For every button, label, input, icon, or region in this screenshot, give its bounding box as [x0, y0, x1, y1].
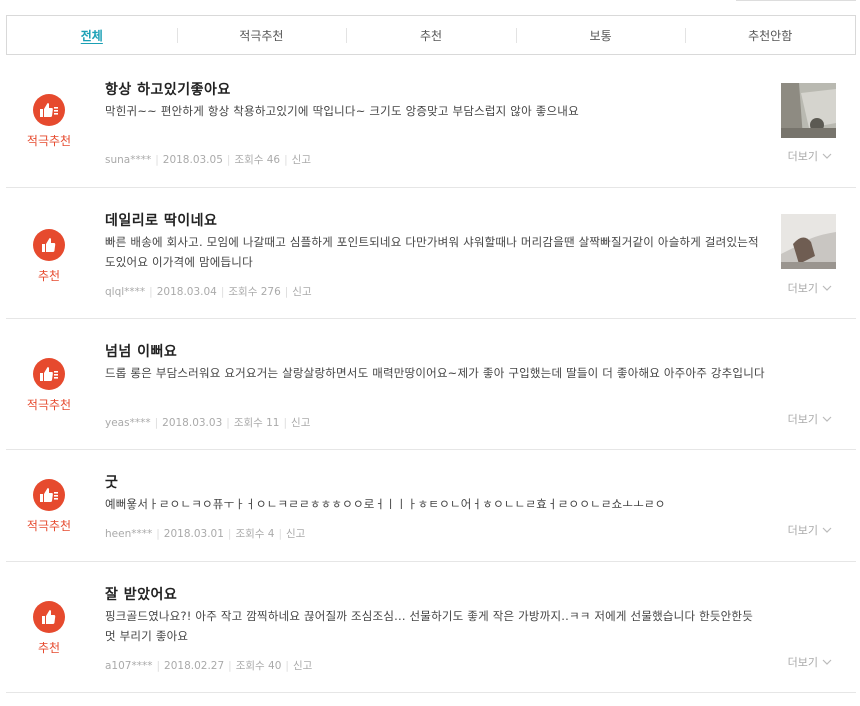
top-divider	[736, 0, 856, 1]
review-item: 추천 잘 받았어요 핑크골드였나요?! 아주 작고 깜찍하네요 끊어질까 조심조…	[6, 562, 856, 693]
more-button[interactable]: 더보기	[788, 148, 832, 164]
review-body: 빠른 배송에 회사고. 모임에 나갈때고 심플하게 포인트되네요 다만가벼워 샤…	[105, 235, 759, 269]
tab-label: 보통	[589, 28, 612, 43]
chevron-down-icon	[822, 527, 832, 533]
review-views: 조회수 4	[235, 528, 275, 540]
review-content: 데일리로 딱이네요 빠른 배송에 회사고. 모임에 나갈때고 심플하게 포인트되…	[105, 210, 766, 272]
more-label: 더보기	[787, 150, 818, 163]
more-label: 더보기	[787, 524, 818, 537]
review-item: 적극추천 넘넘 이뻐요 드롭 롱은 부담스러워요 요거요거는 살랑살랑하면서도 …	[6, 319, 856, 450]
more-button[interactable]: 더보기	[788, 280, 832, 296]
review-meta: heen**** | 2018.03.01 | 조회수 4 | 신고	[105, 528, 306, 540]
review-meta: qlql**** | 2018.03.04 | 조회수 276 | 신고	[105, 286, 312, 298]
report-link[interactable]: 신고	[292, 154, 311, 166]
report-link[interactable]: 신고	[293, 660, 312, 672]
review-user: a107****	[105, 660, 153, 672]
more-label: 더보기	[787, 656, 818, 669]
badge-label: 적극추천	[26, 519, 72, 533]
review-item: 적극추천 항상 하고있기좋아요 막힌귀~~ 편안하게 항상 착용하고있기에 딱입…	[6, 56, 856, 188]
tab-label: 추천안함	[748, 28, 793, 43]
review-views: 조회수 40	[235, 660, 282, 672]
thumbs-up-strong-icon	[33, 479, 65, 511]
review-title: 항상 하고있기좋아요	[105, 82, 231, 98]
more-button[interactable]: 더보기	[788, 522, 832, 538]
review-filter-tabs: 전체 적극추천 추천 보통 추천안함	[6, 15, 856, 55]
review-views: 조회수 276	[228, 286, 281, 298]
tab-label: 적극추천	[239, 28, 284, 43]
badge-label: 추천	[37, 641, 61, 655]
review-meta: suna**** | 2018.03.05 | 조회수 46 | 신고	[105, 154, 311, 166]
report-link[interactable]: 신고	[286, 528, 305, 540]
tab-strongly-recommend[interactable]: 적극추천	[176, 16, 347, 54]
more-button[interactable]: 더보기	[788, 654, 832, 670]
review-item: 적극추천 굿 예뻐욯서ㅏㄹㅇㄴㅋㅇ퓨ㅜㅏㅓㅇㄴㅋㄹㄹㅎㅎㅎㅇㅇ로ㅓㅣㅣㅏㅎㅌㅇㄴ…	[6, 450, 856, 562]
review-content: 넘넘 이뻐요 드롭 롱은 부담스러워요 요거요거는 살랑살랑하면서도 매력만땅이…	[105, 341, 766, 383]
chevron-down-icon	[822, 285, 832, 291]
review-title: 데일리로 딱이네요	[105, 213, 218, 229]
review-date: 2018.03.05	[162, 154, 223, 166]
review-views: 조회수 46	[234, 154, 281, 166]
review-item: 추천 데일리로 딱이네요 빠른 배송에 회사고. 모임에 나갈때고 심플하게 포…	[6, 188, 856, 319]
tab-recommend[interactable]: 추천	[346, 16, 516, 54]
rating-badge: 추천	[6, 229, 92, 284]
more-button[interactable]: 더보기	[788, 411, 832, 427]
rating-badge: 추천	[6, 601, 92, 656]
tab-label: 추천	[419, 28, 443, 43]
badge-label: 추천	[37, 269, 61, 283]
review-photo[interactable]	[781, 214, 836, 269]
thumbs-up-strong-icon	[33, 358, 65, 390]
review-list: 적극추천 항상 하고있기좋아요 막힌귀~~ 편안하게 항상 착용하고있기에 딱입…	[6, 56, 856, 693]
review-body: 핑크골드였나요?! 아주 작고 깜찍하네요 끊어질까 조심조심... 선물하기도…	[105, 609, 753, 643]
thumbs-up-icon	[33, 601, 65, 633]
review-user: suna****	[105, 154, 152, 166]
review-title: 굿	[105, 475, 119, 491]
more-label: 더보기	[787, 282, 818, 295]
review-date: 2018.03.03	[162, 417, 223, 429]
review-content: 잘 받았어요 핑크골드였나요?! 아주 작고 깜찍하네요 끊어질까 조심조심..…	[105, 584, 766, 646]
review-photo[interactable]	[781, 83, 836, 138]
review-date: 2018.03.04	[156, 286, 217, 298]
more-label: 더보기	[787, 413, 818, 426]
rating-badge: 적극추천	[6, 358, 92, 413]
review-user: yeas****	[105, 417, 151, 429]
thumbs-up-icon	[33, 229, 65, 261]
tab-all[interactable]: 전체	[7, 16, 177, 54]
chevron-down-icon	[822, 416, 832, 422]
review-meta: a107**** | 2018.02.27 | 조회수 40 | 신고	[105, 660, 313, 672]
badge-label: 적극추천	[26, 134, 72, 148]
chevron-down-icon	[822, 153, 832, 159]
review-user: qlql****	[105, 286, 146, 298]
review-date: 2018.03.01	[163, 528, 224, 540]
review-body: 막힌귀~~ 편안하게 항상 착용하고있기에 딱입니다~ 크기도 앙증맞고 부담스…	[105, 104, 579, 118]
thumbs-up-strong-icon	[33, 94, 65, 126]
review-title: 넘넘 이뻐요	[105, 344, 178, 360]
chevron-down-icon	[822, 659, 832, 665]
review-body: 예뻐욯서ㅏㄹㅇㄴㅋㅇ퓨ㅜㅏㅓㅇㄴㅋㄹㄹㅎㅎㅎㅇㅇ로ㅓㅣㅣㅏㅎㅌㅇㄴ어ㅓㅎㅇㄴㄴㄹ…	[105, 497, 666, 511]
tab-label: 전체	[80, 28, 103, 43]
rating-badge: 적극추천	[6, 94, 92, 149]
review-user: heen****	[105, 528, 153, 540]
report-link[interactable]: 신고	[292, 286, 311, 298]
review-title: 잘 받았어요	[105, 587, 178, 603]
tab-average[interactable]: 보통	[515, 16, 686, 54]
tab-not-recommend[interactable]: 추천안함	[685, 16, 855, 54]
review-views: 조회수 11	[233, 417, 280, 429]
badge-label: 적극추천	[26, 398, 72, 412]
review-date: 2018.02.27	[164, 660, 225, 672]
rating-badge: 적극추천	[6, 479, 92, 534]
report-link[interactable]: 신고	[291, 417, 310, 429]
review-content: 항상 하고있기좋아요 막힌귀~~ 편안하게 항상 착용하고있기에 딱입니다~ 크…	[105, 79, 766, 121]
review-body: 드롭 롱은 부담스러워요 요거요거는 살랑살랑하면서도 매력만땅이어요~제가 좋…	[105, 366, 765, 380]
review-meta: yeas**** | 2018.03.03 | 조회수 11 | 신고	[105, 417, 311, 429]
review-content: 굿 예뻐욯서ㅏㄹㅇㄴㅋㅇ퓨ㅜㅏㅓㅇㄴㅋㄹㄹㅎㅎㅎㅇㅇ로ㅓㅣㅣㅏㅎㅌㅇㄴ어ㅓㅎㅇㄴ…	[105, 472, 766, 514]
